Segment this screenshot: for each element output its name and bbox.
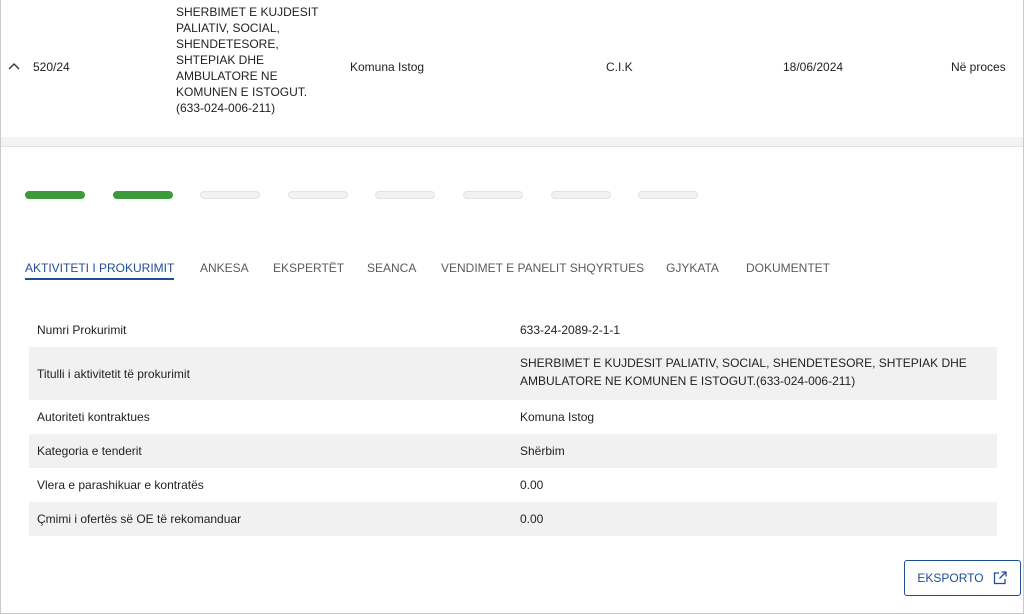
progress-step [375,191,435,199]
detail-value: 0.00 [520,478,544,492]
detail-label: Kategoria e tenderit [37,444,142,458]
progress-step [638,191,698,199]
tab-ankesa[interactable]: ANKESA [200,261,249,275]
detail-label: Çmimi i ofertës së OE të rekomanduar [37,512,242,526]
progress-step [200,191,260,199]
status-badge: Në proces [951,60,1006,74]
detail-label: Autoriteti kontraktues [37,410,150,424]
detail-label: Vlera e parashikuar e kontratës [37,478,204,492]
external-link-icon [993,571,1007,585]
detail-value: 0.00 [520,512,544,526]
table-row: Çmimi i ofertës së OE të rekomanduar 0.00 [29,502,997,536]
export-button[interactable]: EKSPORTO [904,560,1021,596]
tab-aktiviteti-i-prokurimit[interactable]: AKTIVITETI I PROKURIMIT [25,261,175,280]
row-authority: Komuna Istog [350,60,425,74]
row-operator: C.I.K [606,60,633,74]
detail-label: Titulli i aktivitetit të prokurimit [37,366,190,381]
tab-vendimet-e-panelit-shqyrtues[interactable]: VENDIMET E PANELIT SHQYRTUES [441,261,644,275]
tab-seanca[interactable]: SEANCA [367,261,416,275]
table-row: Autoriteti kontraktues Komuna Istog [29,400,997,434]
tab-ekspertët[interactable]: EKSPERTËT [273,261,344,275]
detail-value: SHERBIMET E KUJDESIT PALIATIV, SOCIAL, S… [520,356,967,388]
progress-step [551,191,611,199]
row-title: SHERBIMET E KUJDESIT PALIATIV, SOCIAL, S… [176,5,319,115]
table-row: Kategoria e tenderit Shërbim [29,434,997,468]
table-row: Titulli i aktivitetit të prokurimit SHERB… [29,347,997,400]
detail-label: Numri Prokurimit [37,323,127,337]
row-divider [1,137,1023,147]
chevron-up-icon[interactable] [7,59,21,73]
tab-dokumentet[interactable]: DOKUMENTET [746,261,830,275]
tab-gjykata[interactable]: GJYKATA [666,261,719,275]
procurement-row[interactable]: 520/24 SHERBIMET E KUJDESIT PALIATIV, SO… [1,0,1023,136]
progress-step [288,191,348,199]
progress-step [463,191,523,199]
row-number: 520/24 [33,60,70,74]
progress-step [113,191,173,199]
export-label: EKSPORTO [917,571,984,585]
detail-value: Shërbim [520,444,565,458]
table-row: Vlera e parashikuar e kontratës 0.00 [29,468,997,502]
detail-value: Komuna Istog [520,410,595,424]
detail-value: 633-24-2089-2-1-1 [520,323,621,337]
progress-step [25,191,85,199]
row-date: 18/06/2024 [783,60,844,74]
table-row: Numri Prokurimit 633-24-2089-2-1-1 [29,313,997,347]
